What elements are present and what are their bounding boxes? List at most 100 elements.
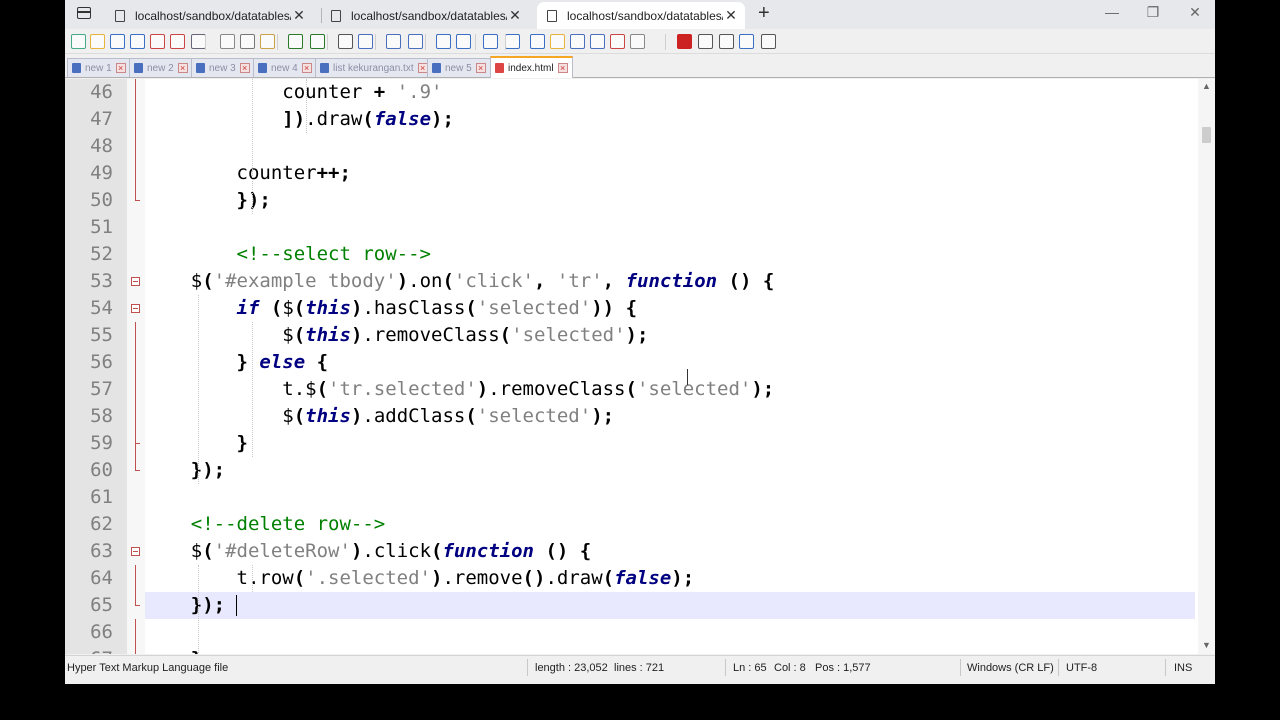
zoom-out-icon[interactable] [408,34,423,49]
code-line[interactable]: $('#example tbody').on('click', 'tr', fu… [145,268,1195,295]
code-line[interactable]: $(this).removeClass('selected'); [145,322,1195,349]
find-icon[interactable] [338,34,353,49]
status-divider [960,659,961,676]
close-tab-icon[interactable]: ✕ [507,7,523,24]
line-number: 51 [90,216,113,238]
save-all-icon[interactable] [130,34,145,49]
doc-tab-new-1[interactable]: new 1 × [67,58,131,77]
close-tab-icon[interactable]: ✕ [291,7,307,24]
code-token: ) [396,270,409,292]
fold-toggle-icon[interactable] [131,277,140,286]
show-all-chars-icon[interactable] [505,34,520,49]
code-token: ); [625,324,649,346]
scroll-down-icon[interactable]: ▼ [1201,640,1212,652]
code-line[interactable]: <!--delete row--> [145,511,1195,538]
code-line[interactable] [145,484,1195,511]
sync-horizontal-icon[interactable] [456,34,471,49]
browser-tab-1[interactable]: localhost/sandbox/datatables/ ✕ [105,2,313,29]
close-tab-icon[interactable]: ✕ [723,7,739,24]
code-line[interactable]: }); [145,457,1195,484]
doc-tab-new-2[interactable]: new 2 × [129,58,193,77]
stop-record-icon[interactable] [698,34,713,49]
cut-icon[interactable] [220,34,235,49]
browser-tab-2[interactable]: localhost/sandbox/datatables/ ✕ [321,2,529,29]
sync-vertical-icon[interactable] [436,34,451,49]
code-line[interactable]: } else { [145,349,1195,376]
fold-toggle-icon[interactable] [131,304,140,313]
browser-tab-3[interactable]: localhost/sandbox/datatables/ ✕ [537,2,745,29]
code-line[interactable] [145,619,1195,646]
close-doc-icon[interactable]: × [177,63,188,73]
indent-guide-icon[interactable] [530,34,545,49]
start-record-icon[interactable] [677,34,692,49]
code-line[interactable]: counter + '.9' [145,79,1195,106]
zoom-in-icon[interactable] [386,34,401,49]
playback-icon[interactable] [719,34,734,49]
new-file-icon[interactable] [71,34,86,49]
code-line[interactable]: ]).draw(false); [145,106,1195,133]
code-editor[interactable]: 46 counter + '.9' 47 ]).draw(false); 48 49 … [65,79,1215,654]
minimize-icon[interactable]: — [1092,4,1132,20]
close-window-icon[interactable]: ✕ [1175,4,1215,21]
undo-icon[interactable] [288,34,303,49]
code-line[interactable] [145,214,1195,241]
code-line[interactable]: }); [145,592,1195,619]
fold-margin[interactable] [127,79,145,654]
doc-tab-new-3[interactable]: new 3 × [191,58,255,77]
doc-tab-new-5[interactable]: new 5 × [427,58,491,77]
code-line[interactable]: }); [145,187,1195,214]
text-cursor-icon [684,369,691,385]
code-line[interactable]: } [145,430,1195,457]
eol-format-label[interactable]: Windows (CR LF) [967,662,1054,674]
print-icon[interactable] [191,34,206,49]
doc-tab-new-4[interactable]: new 4 × [253,58,317,77]
code-line[interactable]: counter++; [145,160,1195,187]
fold-end-marker [135,470,140,471]
fold-toggle-icon[interactable] [131,547,140,556]
code-line[interactable]: t.row('.selected').remove().draw(false); [145,565,1195,592]
code-token: false [373,108,432,130]
code-line[interactable]: $(this).addClass('selected'); [145,403,1195,430]
function-list-icon[interactable] [590,34,605,49]
encoding-label[interactable]: UTF-8 [1066,662,1097,674]
replace-icon[interactable] [358,34,373,49]
code-line[interactable]: t.$('tr.selected').removeClass('selected… [145,376,1195,403]
close-doc-icon[interactable]: × [115,63,126,73]
code-token: this [305,405,351,427]
code-line[interactable]: <!--select row--> [145,241,1195,268]
vertical-scrollbar[interactable]: ▲ ▼ [1198,79,1215,654]
insert-mode-label[interactable]: INS [1174,662,1192,674]
run-macro-icon[interactable] [739,34,754,49]
toolbar-separator [475,34,476,50]
copy-icon[interactable] [240,34,255,49]
maximize-icon[interactable]: ❐ [1133,4,1173,21]
save-macro-icon[interactable] [761,34,776,49]
close-doc-icon[interactable]: × [239,63,250,73]
close-doc-icon[interactable]: × [557,63,568,73]
scroll-thumb[interactable] [1202,127,1211,143]
sidebar-toggle-icon[interactable] [77,7,91,19]
close-all-icon[interactable] [170,34,185,49]
word-wrap-icon[interactable] [483,34,498,49]
close-doc-icon[interactable]: × [301,63,312,73]
doc-tab-index-html[interactable]: index.html × [490,56,573,78]
udl-icon[interactable] [550,34,565,49]
close-doc-icon[interactable]: × [475,63,486,73]
paste-icon[interactable] [260,34,275,49]
doc-tab-list-kekurangan-txt[interactable]: list kekurangan.txt × [315,58,433,77]
code-token: ) [350,324,363,346]
new-tab-icon[interactable]: + [758,3,770,23]
code-line[interactable]: } [145,646,1195,654]
redo-icon[interactable] [310,34,325,49]
open-file-icon[interactable] [90,34,105,49]
folder-workspace-icon[interactable] [610,34,625,49]
code-line[interactable]: if ($(this).hasClass('selected')) { [145,295,1195,322]
save-icon[interactable] [110,34,125,49]
doc-map-icon[interactable] [570,34,585,49]
monitoring-icon[interactable] [630,34,645,49]
code-line[interactable] [145,133,1195,160]
scroll-up-icon[interactable]: ▲ [1201,81,1212,93]
code-line[interactable]: $('#deleteRow').click(function () { [145,538,1195,565]
close-icon[interactable] [150,34,165,49]
